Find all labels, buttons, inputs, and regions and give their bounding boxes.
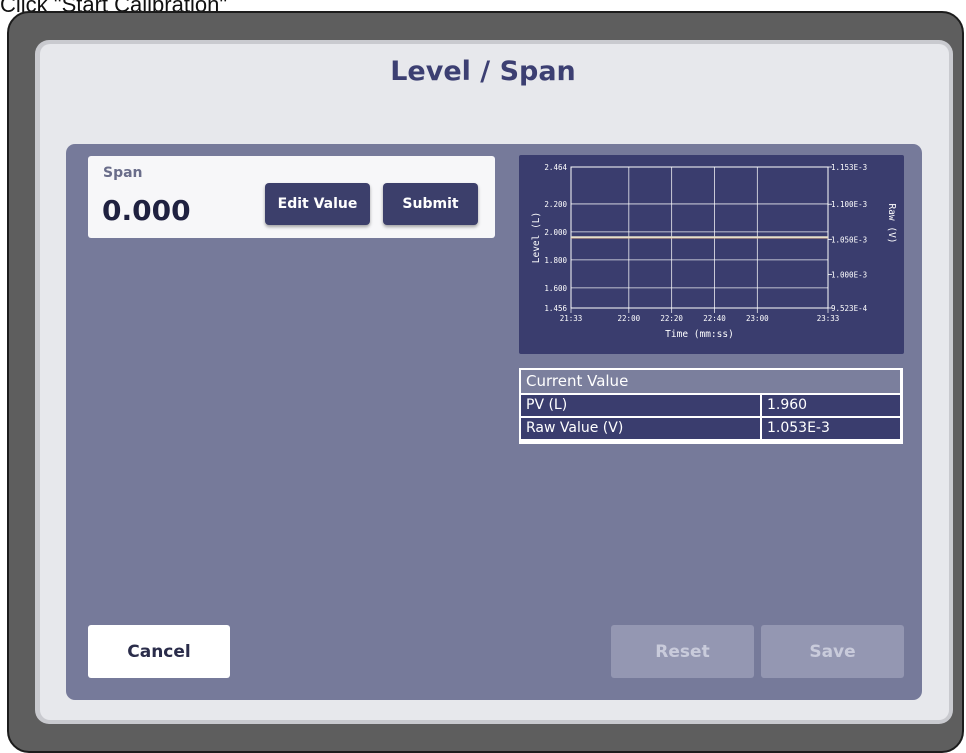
trend-chart: 2.464 2.200 2.000 1.800 1.600 1.456 1.153E-3 1.… [519, 155, 904, 354]
page-title: Level / Span [390, 56, 576, 87]
submit-button[interactable]: Submit [383, 183, 478, 225]
x-tick-label: 21:33 [560, 314, 583, 323]
raw-value-value: 1.053E-3 [762, 418, 900, 439]
y-right-tick-label: 1.050E-3 [831, 235, 867, 244]
y-left-tick-label: 1.800 [544, 256, 567, 265]
cancel-button[interactable]: Cancel [88, 625, 230, 678]
y-right-tick-label: 1.000E-3 [831, 270, 867, 279]
x-tick-label: 23:00 [746, 314, 769, 323]
edit-value-button[interactable]: Edit Value [265, 183, 370, 225]
x-tick-label: 22:20 [660, 314, 683, 323]
raw-value-label: Raw Value (V) [521, 418, 760, 439]
x-axis-title: Time (mm:ss) [665, 329, 734, 340]
y-left-tick-label: 2.200 [544, 200, 567, 209]
reset-button[interactable]: Reset [611, 625, 754, 678]
pv-label: PV (L) [521, 395, 760, 416]
x-tick-label: 22:00 [618, 314, 641, 323]
y-left-axis-title: Level (L) [531, 212, 542, 263]
x-tick-label: 23:33 [817, 314, 840, 323]
y-left-tick-label: 1.456 [544, 304, 567, 313]
y-right-tick-label: 9.523E-4 [831, 304, 868, 313]
y-left-tick-label: 2.464 [544, 163, 567, 172]
pv-value: 1.960 [762, 395, 900, 416]
y-right-tick-label: 1.100E-3 [831, 200, 867, 209]
y-left-tick-label: 2.000 [544, 228, 567, 237]
span-label: Span [103, 165, 143, 181]
y-left-tick-label: 1.600 [544, 284, 567, 293]
y-right-axis-title: Raw (V) [886, 203, 897, 243]
x-tick-label: 22:40 [703, 314, 726, 323]
current-value-header: Current Value [521, 370, 900, 393]
trend-chart-svg: 2.464 2.200 2.000 1.800 1.600 1.456 1.153E-3 1.… [531, 163, 897, 340]
save-button[interactable]: Save [761, 625, 904, 678]
span-value: 0.000 [102, 194, 191, 227]
y-right-tick-label: 1.153E-3 [831, 163, 867, 172]
